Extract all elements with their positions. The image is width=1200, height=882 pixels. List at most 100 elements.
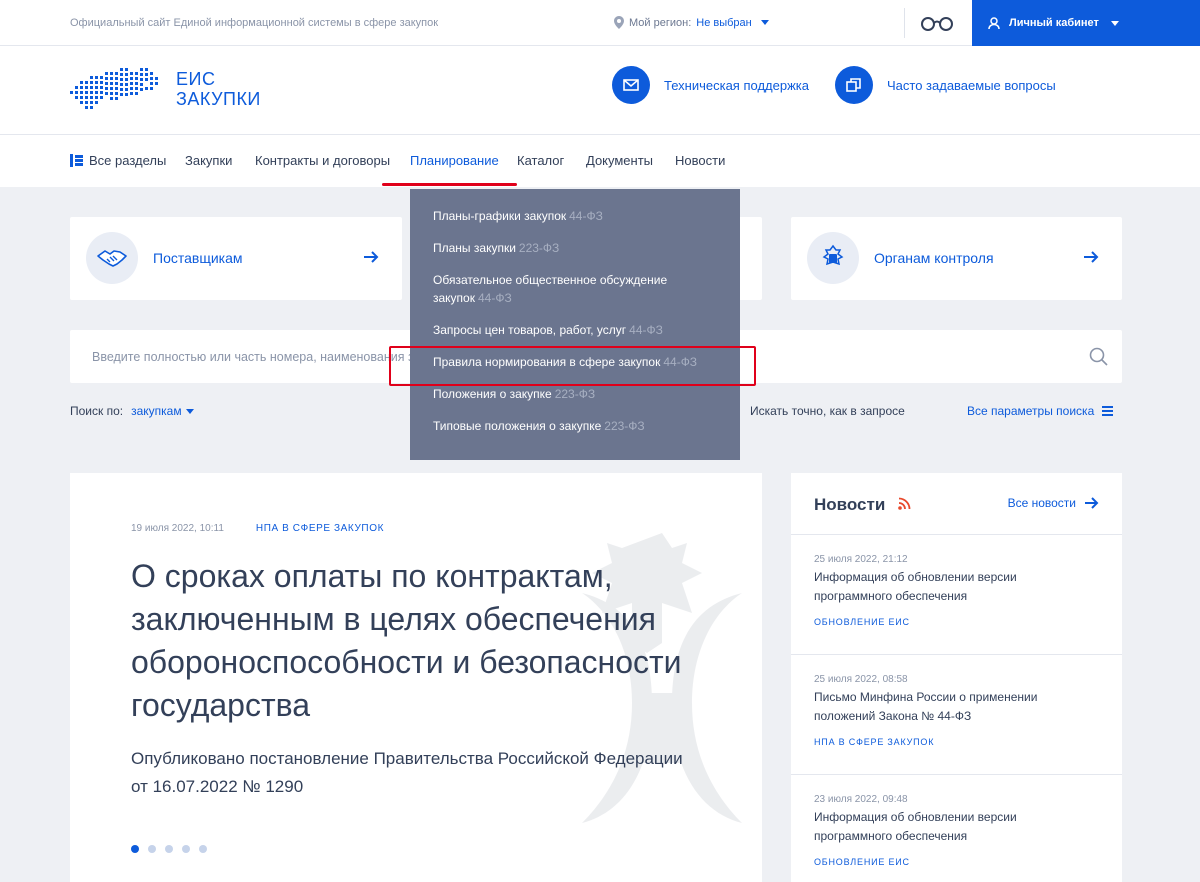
logo-line-2: ЗАКУПКИ	[176, 89, 261, 109]
featured-slide[interactable]: 19 июля 2022, 10:11 НПА в сфере закупок …	[70, 473, 762, 882]
divider	[904, 8, 905, 38]
news-title: Новости	[814, 495, 886, 514]
search-by: Поиск по: закупкам	[70, 404, 194, 418]
nav-purchases[interactable]: Закупки	[185, 153, 232, 168]
logo-line-1: ЕИС	[176, 69, 216, 89]
slider-dot[interactable]	[182, 845, 190, 853]
cabinet-label: Личный кабинет	[1009, 17, 1099, 29]
search-by-select[interactable]: закупкам	[131, 404, 194, 418]
chevron-down-icon	[185, 408, 194, 414]
news-tag[interactable]: Обновление ЕИС	[814, 617, 910, 627]
law-badge: 44-ФЗ	[629, 323, 663, 337]
nav-catalog[interactable]: Каталог	[517, 153, 564, 168]
faq-label: Часто задаваемые вопросы	[887, 77, 1056, 93]
news-item[interactable]: 25 июля 2022, 08:58 Письмо Минфина Росси…	[791, 655, 1122, 775]
law-badge: 223-ФЗ	[604, 419, 645, 433]
all-news-link[interactable]: Все новости	[1008, 496, 1100, 510]
nav-all-sections-label: Все разделы	[89, 153, 167, 168]
nav-contracts[interactable]: Контракты и договоры	[255, 153, 390, 168]
nav-documents[interactable]: Документы	[586, 153, 653, 168]
slide-meta: 19 июля 2022, 10:11 НПА в сфере закупок	[131, 523, 384, 534]
news-header: Новости Все новости	[791, 473, 1122, 535]
slider-dot[interactable]	[131, 845, 139, 853]
rss-icon[interactable]	[898, 497, 911, 510]
news-panel: Новости Все новости 25 июля 2022, 21:12 …	[791, 473, 1122, 882]
all-search-params-link[interactable]: Все параметры поиска	[967, 404, 1114, 418]
card-suppliers-label: Поставщикам	[153, 250, 243, 266]
region-selector[interactable]: Мой регион: Не выбран	[614, 16, 769, 29]
chevron-down-icon	[1110, 20, 1119, 26]
chevron-down-icon	[760, 20, 769, 25]
personal-cabinet-button[interactable]: Личный кабинет	[972, 0, 1200, 46]
card-suppliers[interactable]: Поставщикам	[70, 217, 402, 300]
arrow-right-icon	[1084, 251, 1099, 263]
region-value[interactable]: Не выбран	[696, 17, 751, 29]
all-news-label: Все новости	[1007, 496, 1076, 510]
slider-dot[interactable]	[199, 845, 207, 853]
slider-dot[interactable]	[165, 845, 173, 853]
active-nav-indicator	[382, 183, 517, 186]
top-bar: Официальный сайт Единой информационной с…	[0, 0, 1200, 46]
slide-tag[interactable]: НПА в сфере закупок	[256, 523, 384, 534]
menu-item-label: Запросы цен товаров, работ, услуг	[433, 323, 627, 337]
law-badge: 223-ФЗ	[554, 387, 596, 401]
menu-item-procurement-plans[interactable]: Планы закупки 223-ФЗ	[410, 239, 740, 257]
news-item[interactable]: 23 июля 2022, 09:48 Информация об обновл…	[791, 775, 1122, 882]
news-text[interactable]: Информация об обновлении версии программ…	[814, 568, 1094, 606]
sections-icon	[70, 154, 83, 167]
menu-item-procurement-regulations[interactable]: Положения о закупке 223-ФЗ	[410, 385, 740, 403]
nav-news[interactable]: Новости	[675, 153, 725, 168]
menu-item-label: Обязательное общественное обсуждение зак…	[433, 273, 668, 305]
menu-item-public-discussion[interactable]: Обязательное общественное обсуждение зак…	[410, 271, 740, 307]
news-item[interactable]: 25 июля 2022, 21:12 Информация об обновл…	[791, 535, 1122, 655]
faq-icon	[835, 66, 873, 104]
news-tag[interactable]: Обновление ЕИС	[814, 857, 910, 867]
law-badge: 44-ФЗ	[569, 209, 603, 223]
logo-text: ЕИС ЗАКУПКИ	[176, 69, 261, 109]
slide-lead: Опубликовано постановление Правительства…	[131, 749, 683, 796]
exact-search-option[interactable]: Искать точно, как в запросе	[750, 404, 905, 418]
faq-link[interactable]: Часто задаваемые вопросы	[835, 66, 1056, 104]
card-control-label: Органам контроля	[874, 250, 994, 266]
menu-item-label: Планы закупки	[433, 241, 516, 255]
region-label: Мой регион:	[629, 16, 692, 29]
menu-item-label: Положения о закупке	[433, 387, 552, 401]
menu-item-label: Типовые положения о закупке	[433, 419, 602, 433]
arrow-right-icon	[1085, 497, 1099, 509]
highlight-box	[389, 346, 756, 386]
emblem-icon	[807, 232, 859, 284]
glasses-icon[interactable]	[920, 14, 954, 32]
news-text[interactable]: Письмо Минфина России о применении полож…	[814, 688, 1094, 726]
site-header: ЕИС ЗАКУПКИ Техническая поддержка Часто …	[0, 46, 1200, 135]
news-date: 25 июля 2022, 21:12	[814, 554, 908, 565]
slider-dot[interactable]	[148, 845, 156, 853]
main-nav: Все разделы Закупки Контракты и договоры…	[0, 135, 1200, 187]
logo[interactable]: ЕИС ЗАКУПКИ	[70, 66, 261, 112]
slider-dots	[131, 845, 207, 853]
filter-lines-icon	[1102, 406, 1114, 416]
news-tag[interactable]: НПА в сфере закупок	[814, 737, 934, 747]
mail-icon	[612, 66, 650, 104]
location-pin-icon	[614, 16, 624, 29]
all-params-label: Все параметры поиска	[967, 404, 1095, 418]
search-icon[interactable]	[1089, 347, 1108, 366]
tech-support-link[interactable]: Техническая поддержка	[612, 66, 809, 104]
card-control[interactable]: Органам контроля	[791, 217, 1122, 300]
news-date: 25 июля 2022, 08:58	[814, 674, 908, 685]
news-date: 23 июля 2022, 09:48	[814, 794, 908, 805]
planning-dropdown-menu: Планы-графики закупок 44-ФЗ Планы закупки…	[410, 189, 740, 460]
search-by-label: Поиск по:	[70, 404, 124, 418]
nav-planning[interactable]: Планирование	[410, 153, 499, 168]
news-text[interactable]: Информация об обновлении версии программ…	[814, 808, 1094, 846]
nav-all-sections[interactable]: Все разделы	[70, 153, 166, 168]
slide-headline[interactable]: О сроках оплаты по контрактам, заключенн…	[131, 555, 691, 727]
law-badge: 223-ФЗ	[518, 241, 560, 255]
law-badge: 44-ФЗ	[477, 291, 512, 305]
slide-date: 19 июля 2022, 10:11	[131, 523, 224, 534]
handshake-icon	[86, 232, 138, 284]
menu-item-model-regulations[interactable]: Типовые положения о закупке 223-ФЗ	[410, 417, 740, 435]
menu-item-price-requests[interactable]: Запросы цен товаров, работ, услуг 44-ФЗ	[410, 321, 740, 339]
menu-item-plan-schedules[interactable]: Планы-графики закупок 44-ФЗ	[410, 207, 740, 225]
menu-item-label: Планы-графики закупок	[433, 209, 567, 223]
site-title: Официальный сайт Единой информационной с…	[70, 17, 439, 29]
